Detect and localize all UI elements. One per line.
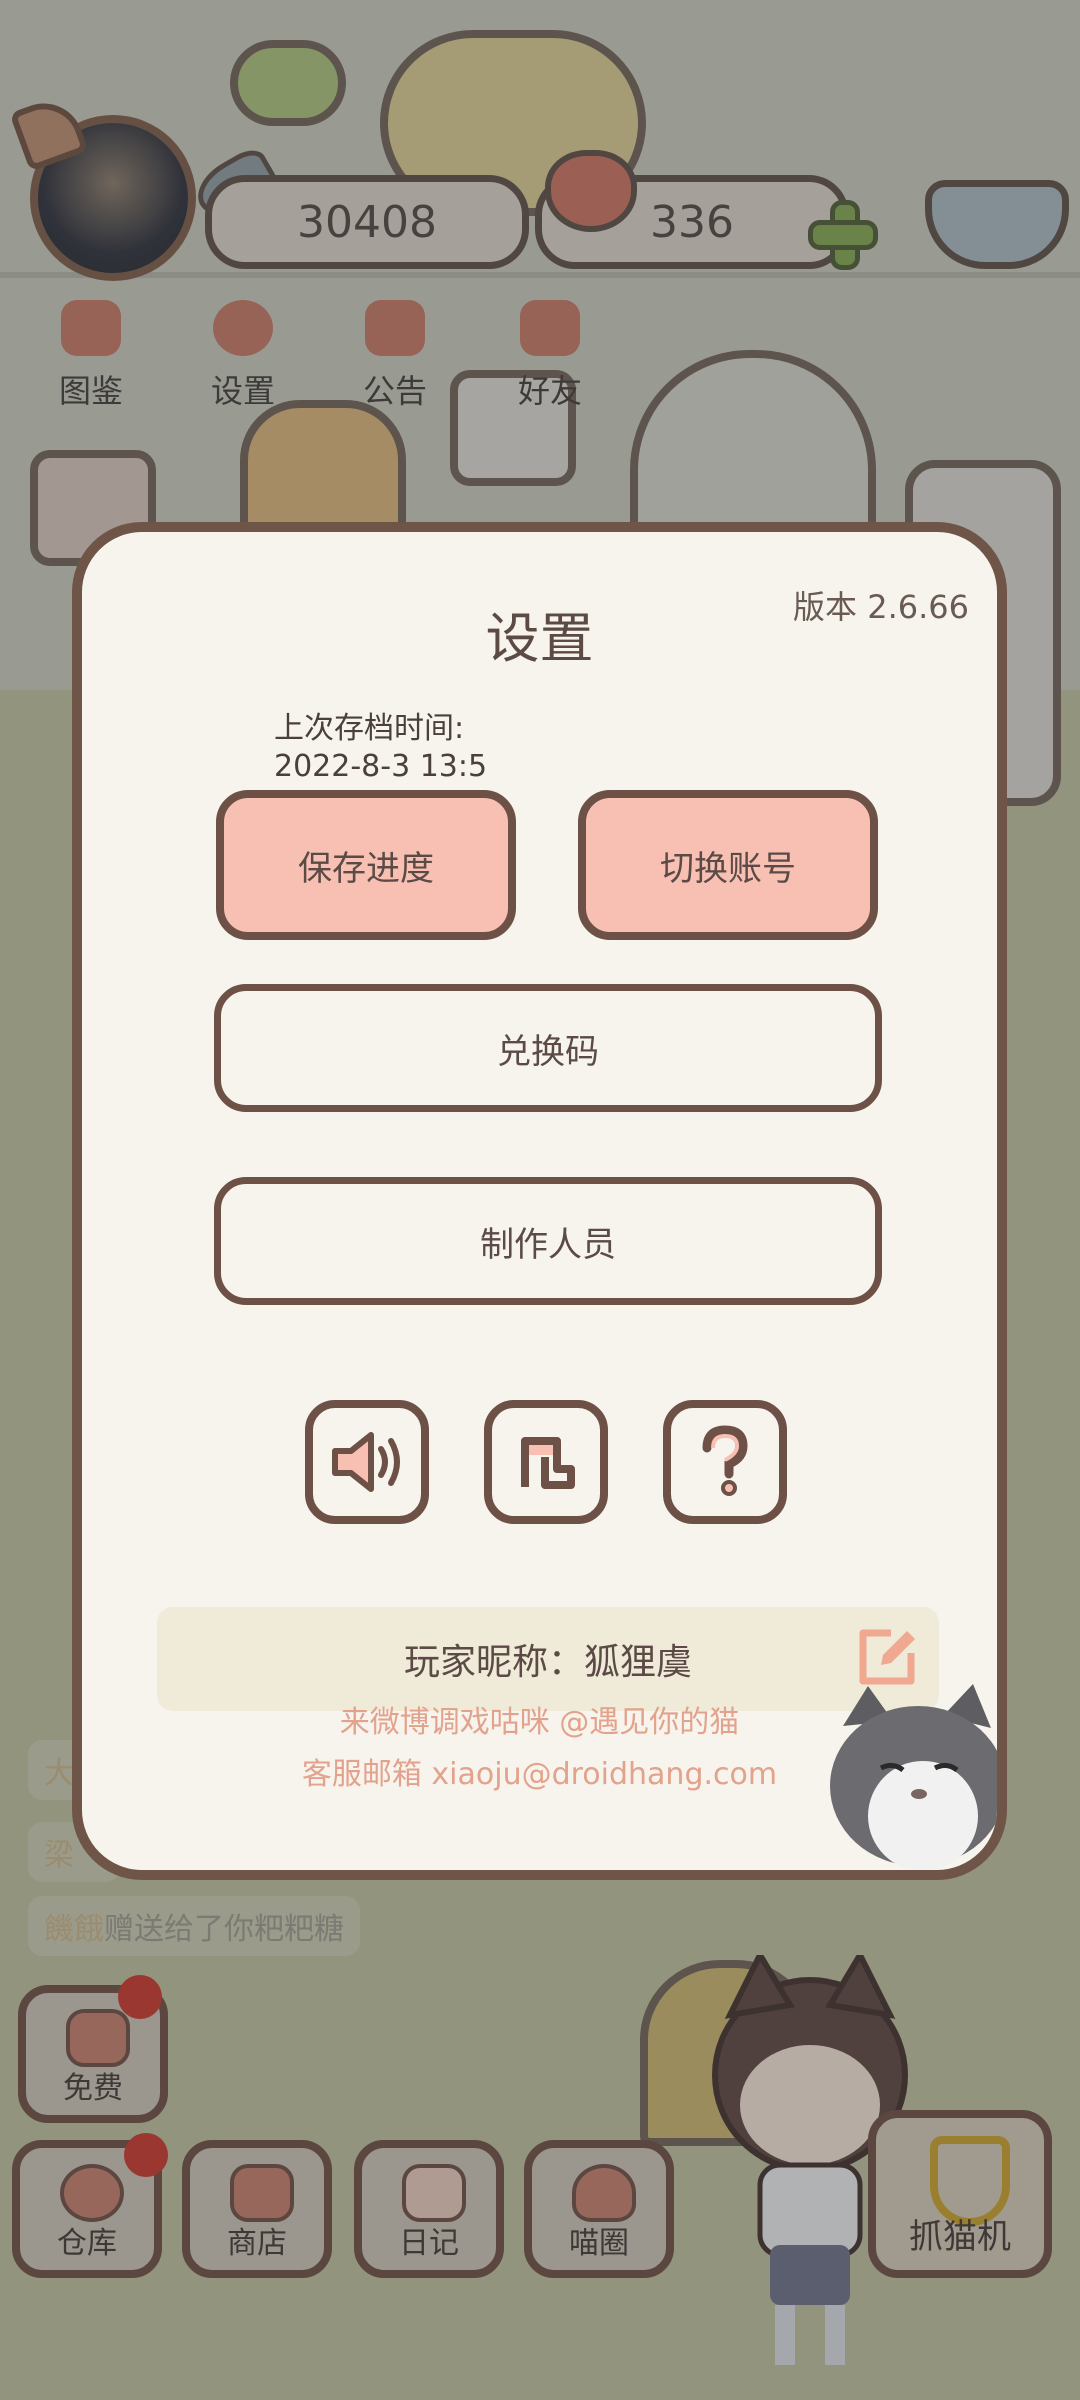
- last-save-time: 2022-8-3 13:5: [274, 749, 488, 784]
- settings-dialog: 设置 版本 2.6.66 上次存档时间: 2022-8-3 13:5 保存进度 …: [72, 522, 1007, 1880]
- version-label: 版本 2.6.66: [793, 588, 969, 626]
- last-save-info: 上次存档时间: 2022-8-3 13:5: [274, 710, 487, 786]
- switch-account-label: 切换账号: [660, 848, 796, 889]
- music-toggle-button[interactable]: [484, 1400, 608, 1524]
- credits-button[interactable]: 制作人员: [214, 1177, 882, 1305]
- music-note-icon: [521, 1437, 575, 1489]
- save-progress-button[interactable]: 保存进度: [216, 790, 516, 940]
- cat-photo-sticker: [830, 1684, 997, 1870]
- speaker-icon: [332, 1432, 400, 1492]
- nickname-label: 玩家昵称：狐狸虞: [403, 1642, 692, 1683]
- help-button[interactable]: [663, 1400, 787, 1524]
- redeem-code-label: 兑换码: [497, 1031, 599, 1072]
- redeem-code-button[interactable]: 兑换码: [214, 984, 882, 1112]
- nickname-field[interactable]: 玩家昵称：狐狸虞: [157, 1607, 939, 1711]
- question-mark-icon: [702, 1425, 748, 1496]
- credits-label: 制作人员: [480, 1224, 616, 1265]
- save-progress-label: 保存进度: [298, 848, 434, 889]
- last-save-label: 上次存档时间:: [274, 711, 465, 746]
- switch-account-button[interactable]: 切换账号: [578, 790, 878, 940]
- sound-toggle-button[interactable]: [305, 1400, 429, 1524]
